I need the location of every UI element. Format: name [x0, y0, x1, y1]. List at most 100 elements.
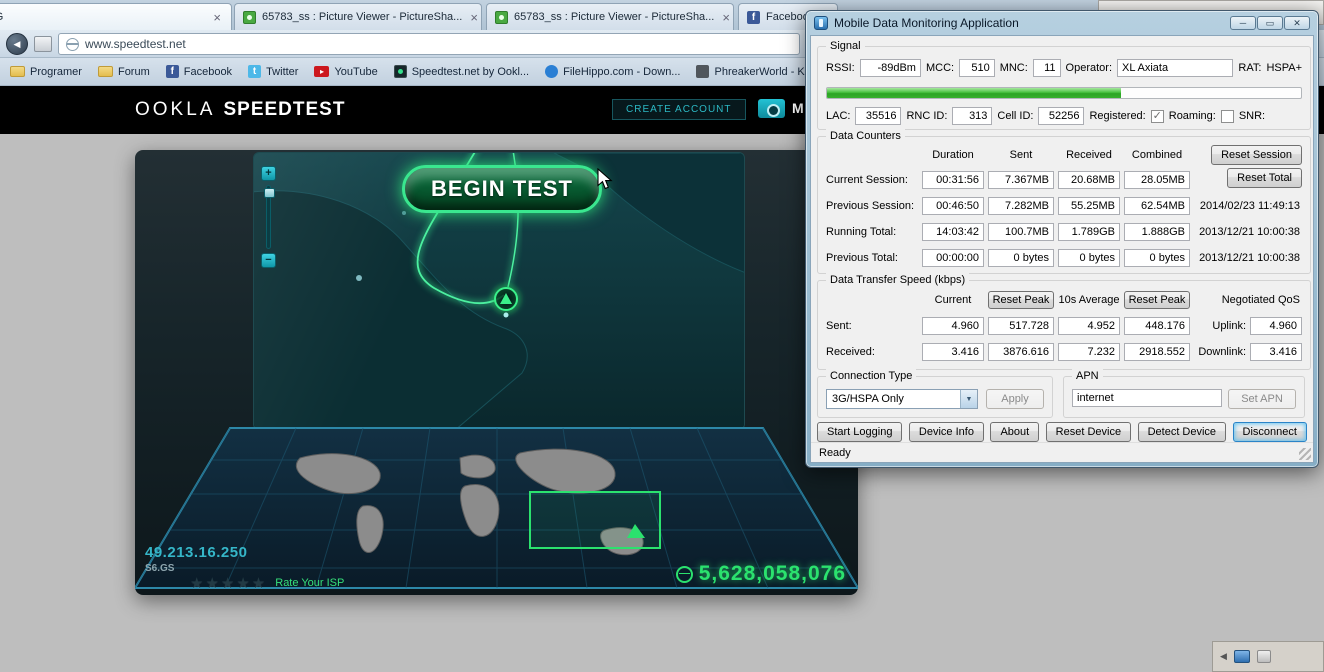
reset-peak-current-button[interactable]: Reset Peak: [988, 291, 1054, 309]
table-row: Current Session: 00:31:56 7.367MB 20.68M…: [826, 171, 1302, 189]
rat-value: HSPA+: [1266, 62, 1302, 74]
device-tray-icon[interactable]: [1256, 650, 1271, 663]
close-button[interactable]: ✕: [1284, 16, 1310, 30]
chevron-down-icon[interactable]: [960, 390, 977, 408]
device-info-button[interactable]: Device Info: [908, 422, 984, 442]
detect-device-button[interactable]: Detect Device: [1137, 422, 1227, 442]
bookmark-youtube[interactable]: YouTube: [314, 66, 378, 78]
phreakerworld-icon: [696, 65, 710, 78]
create-account-button[interactable]: CREATE ACCOUNT: [612, 99, 746, 120]
map-screen: + − BEGIN TEST: [253, 152, 745, 430]
address-input[interactable]: [85, 37, 792, 51]
minimize-button[interactable]: ─: [1230, 16, 1256, 30]
received-value: 0 bytes: [1058, 249, 1120, 267]
apn-input[interactable]: internet: [1072, 389, 1222, 407]
begin-test-button[interactable]: BEGIN TEST: [402, 165, 602, 213]
rssi-value: -89dBm: [859, 59, 921, 77]
transfer-speed-group: Data Transfer Speed (kbps) Current Reset…: [817, 273, 1311, 370]
zoom-in-button[interactable]: +: [261, 166, 276, 181]
tab-close-icon[interactable]: ×: [211, 11, 223, 24]
cell-id-label: Cell ID:: [997, 110, 1034, 122]
reset-session-button[interactable]: Reset Session: [1211, 145, 1302, 165]
page-tool-icon[interactable]: [34, 36, 52, 52]
ip-block: 49.213.16.250 S6.GS: [145, 544, 247, 574]
duration-value: 00:00:00: [922, 249, 984, 267]
table-row: Previous Session: 00:46:50 7.282MB 55.25…: [826, 197, 1302, 215]
roaming-label: Roaming:: [1168, 110, 1216, 122]
bookmark-facebook[interactable]: Facebook: [165, 65, 232, 78]
received-average: 7.232: [1058, 343, 1120, 361]
address-bar[interactable]: [58, 33, 800, 55]
connection-type-group: Connection Type 3G/HSPA Only Apply: [817, 369, 1053, 418]
sent-average-peak: 448.176: [1124, 317, 1190, 335]
rating-stars[interactable]: ★★★★★: [190, 574, 267, 592]
bookmark-forum[interactable]: Forum: [97, 66, 150, 78]
rssi-label: RSSI:: [826, 62, 855, 74]
lac-value: 35516: [855, 107, 902, 125]
duration-value: 14:03:42: [922, 223, 984, 241]
camera-icon[interactable]: [758, 99, 785, 118]
qos-header: Negotiated QoS: [1221, 294, 1300, 306]
start-logging-button[interactable]: Start Logging: [817, 422, 903, 442]
combined-header: Combined: [1131, 149, 1183, 161]
downlink-label: Downlink:: [1198, 346, 1246, 358]
set-apn-button: Set APN: [1228, 389, 1296, 409]
rate-isp-row: ★★★★★ Rate Your ISP: [190, 574, 344, 592]
duration-value: 00:31:56: [922, 171, 984, 189]
table-row: Previous Total: 00:00:00 0 bytes 0 bytes…: [826, 249, 1302, 267]
tab-3[interactable]: 65783_ss : Picture Viewer - PictureSha..…: [486, 3, 734, 30]
tab-close-icon[interactable]: ×: [468, 11, 480, 24]
received-value: 1.789GB: [1058, 223, 1120, 241]
action-button-row: Start Logging Device Info About Reset De…: [817, 422, 1307, 442]
cell-id-value: 52256: [1038, 107, 1085, 125]
bookmark-programer[interactable]: Programer: [10, 66, 82, 78]
bookmark-speedtest[interactable]: Speedtest.net by Ookl...: [393, 65, 529, 78]
tab-2[interactable]: 65783_ss : Picture Viewer - PictureSha..…: [234, 3, 482, 30]
combined-value: 0 bytes: [1124, 249, 1190, 267]
registered-checkbox[interactable]: ✓: [1150, 109, 1164, 123]
roaming-checkbox[interactable]: [1220, 109, 1234, 123]
rnc-value: 313: [952, 107, 993, 125]
site-globe-icon: [66, 37, 79, 51]
status-bar: Ready: [811, 442, 1313, 462]
bookmark-filehippo[interactable]: FileHippo.com - Down...: [545, 65, 680, 78]
current-header: Current: [934, 294, 972, 306]
about-button[interactable]: About: [990, 422, 1040, 442]
window-title: Mobile Data Monitoring Application: [834, 16, 1019, 30]
isp-name: S6.GS: [145, 563, 175, 574]
tray-expand-icon[interactable]: ◀: [1220, 651, 1227, 662]
data-counters-group: Data Counters Duration Sent Received Com…: [817, 129, 1311, 274]
rate-your-isp-label[interactable]: Rate Your ISP: [275, 577, 344, 589]
combined-value: 28.05MB: [1124, 171, 1190, 189]
sent-peak: 517.728: [988, 317, 1054, 335]
zoom-slider[interactable]: [264, 185, 275, 249]
disconnect-button[interactable]: Disconnect: [1232, 422, 1307, 442]
reset-device-button[interactable]: Reset Device: [1045, 422, 1132, 442]
mcc-label: MCC:: [925, 62, 955, 74]
ookla-speedtest-logo: OOKLA SPEEDTEST: [135, 99, 346, 120]
display-tray-icon[interactable]: [1233, 650, 1250, 663]
rat-label: RAT:: [1238, 62, 1262, 74]
window-title-bar[interactable]: Mobile Data Monitoring Application ─ ▭ ✕: [806, 11, 1318, 35]
tab-1[interactable]: a TG ×: [0, 3, 232, 30]
downlink-value: 3.416: [1250, 343, 1302, 361]
resize-grip[interactable]: [1299, 448, 1311, 460]
youtube-icon: [314, 66, 330, 77]
rnc-label: RNC ID:: [906, 110, 948, 122]
tab-close-icon[interactable]: ×: [720, 11, 732, 24]
timestamp: 2014/02/23 11:49:13: [1199, 200, 1300, 212]
operator-value: XL Axiata: [1117, 59, 1234, 77]
zoom-slider-handle[interactable]: [264, 188, 275, 198]
back-button[interactable]: [6, 33, 28, 55]
status-text: Ready: [819, 446, 851, 459]
zoom-out-button[interactable]: −: [261, 253, 276, 268]
signal-strength-bar: [826, 87, 1302, 99]
connection-type-dropdown[interactable]: 3G/HSPA Only: [826, 389, 978, 409]
maximize-button[interactable]: ▭: [1257, 16, 1283, 30]
bookmark-twitter[interactable]: Twitter: [248, 65, 298, 78]
reset-peak-average-button[interactable]: Reset Peak: [1124, 291, 1190, 309]
timestamp: 2013/12/21 10:00:38: [1199, 226, 1300, 238]
window-client-area: Signal RSSI: -89dBm MCC: 510 MNC: 11 Ope…: [810, 35, 1314, 463]
combined-value: 1.888GB: [1124, 223, 1190, 241]
received-header: Received: [1066, 149, 1112, 161]
